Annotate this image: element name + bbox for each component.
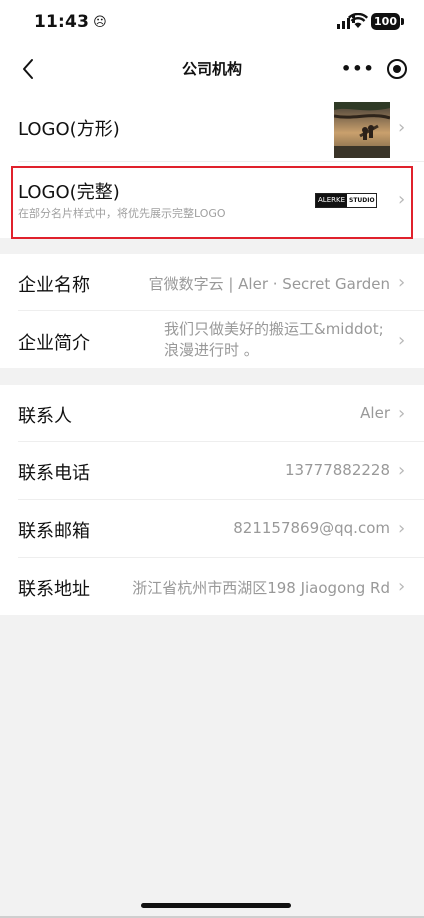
contact-person-row[interactable]: 联系人 Aler ›: [0, 385, 424, 442]
battery-level: 100: [374, 15, 397, 28]
status-time: 11:43 ☹: [34, 12, 107, 32]
contact-phone-value: 13777882228: [285, 461, 390, 479]
contact-section: 联系人 Aler › 联系电话 13777882228 › 联系邮箱 82115…: [0, 385, 424, 615]
logo-full-right-text: STUDIO: [349, 197, 375, 204]
chevron-right-icon: ›: [398, 576, 406, 597]
logo-full-hint: 在部分名片样式中，将优先展示完整LOGO: [18, 207, 226, 220]
company-intro-label: 企业简介: [18, 333, 90, 354]
focus-emoji-icon: ☹: [93, 15, 107, 30]
home-indicator: [141, 903, 291, 908]
company-intro-line-1: 我们只做美好的搬运工&middot;: [164, 320, 384, 338]
battery-icon: 100: [371, 13, 404, 30]
status-time-text: 11:43: [34, 12, 90, 32]
logo-square-label: LOGO(方形): [18, 119, 120, 140]
logo-square-image: [334, 102, 390, 158]
logo-full-label: LOGO(完整): [18, 182, 120, 203]
contact-person-label: 联系人: [18, 406, 72, 427]
chevron-right-icon: ›: [398, 403, 406, 424]
contact-address-label: 联系地址: [18, 579, 90, 600]
company-intro-value: 我们只做美好的搬运工&middot; 浪漫进行时 。: [164, 319, 384, 361]
contact-address-value: 浙江省杭州市西湖区198 Jiaogong Rd: [132, 579, 390, 597]
company-name-row[interactable]: 企业名称 官微数字云 | Aler · Secret Garden ›: [0, 254, 424, 311]
company-name-value: 官微数字云 | Aler · Secret Garden: [148, 275, 390, 293]
chevron-right-icon: ›: [398, 117, 406, 138]
company-section: 企业名称 官微数字云 | Aler · Secret Garden › 企业简介…: [0, 254, 424, 368]
navigation-bar: 公司机构 •••: [0, 44, 424, 94]
logo-full-thumbnail: ALERKE STUDIO: [315, 193, 377, 208]
chevron-right-icon: ›: [398, 518, 406, 539]
logo-section: LOGO(方形) › LOGO(完整) 在部分名片样式中，将优先展示完整LOGO…: [0, 94, 424, 238]
logo-full-row[interactable]: LOGO(完整) 在部分名片样式中，将优先展示完整LOGO ALERKE STU…: [0, 162, 424, 238]
logo-full-left-text: ALERKE: [316, 194, 347, 207]
logo-square-row[interactable]: LOGO(方形) ›: [0, 94, 424, 162]
company-intro-row[interactable]: 企业简介 我们只做美好的搬运工&middot; 浪漫进行时 。 ›: [0, 311, 424, 368]
company-name-label: 企业名称: [18, 275, 90, 296]
mini-program-capsule: •••: [335, 53, 416, 85]
logo-square-thumbnail: [334, 102, 390, 158]
contact-email-row[interactable]: 联系邮箱 821157869@qq.com ›: [0, 500, 424, 558]
contact-email-value: 821157869@qq.com: [233, 519, 390, 537]
contact-email-label: 联系邮箱: [18, 521, 90, 542]
wifi-icon: [348, 13, 368, 28]
chevron-right-icon: ›: [398, 189, 406, 210]
chevron-right-icon: ›: [398, 330, 406, 351]
contact-phone-row[interactable]: 联系电话 13777882228 ›: [0, 442, 424, 500]
contact-phone-label: 联系电话: [18, 463, 90, 484]
chevron-right-icon: ›: [398, 460, 406, 481]
more-options-icon[interactable]: •••: [341, 59, 374, 79]
contact-address-row[interactable]: 联系地址 浙江省杭州市西湖区198 Jiaogong Rd ›: [0, 558, 424, 615]
chevron-right-icon: ›: [398, 272, 406, 293]
company-intro-line-2: 浪漫进行时 。: [164, 341, 259, 359]
close-mini-program-icon[interactable]: [387, 59, 407, 79]
status-bar: 11:43 ☹ 100: [0, 0, 424, 44]
contact-person-value: Aler: [360, 404, 390, 422]
